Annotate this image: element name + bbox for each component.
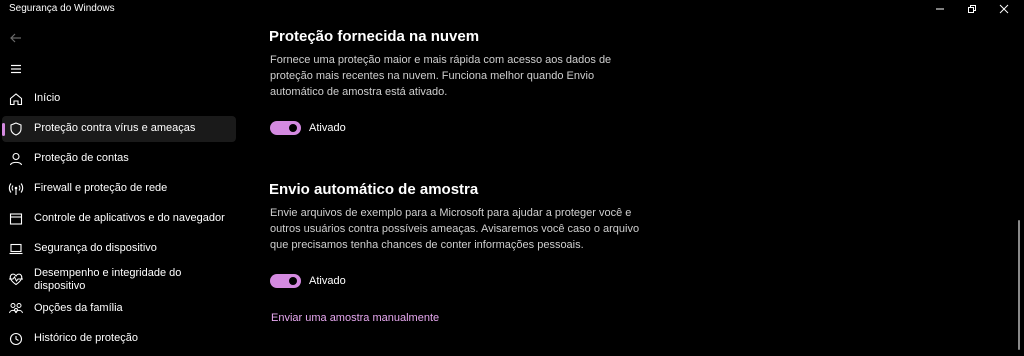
close-button[interactable]	[988, 0, 1020, 18]
description-line: automático de amostra está ativado.	[270, 86, 448, 98]
sidebar-item-firewall[interactable]: Firewall e proteção de rede	[2, 176, 236, 202]
cloud-protection-title: Proteção fornecida na nuvem	[269, 28, 480, 45]
sidebar-item-family-options[interactable]: Opções da família	[2, 296, 236, 322]
minimize-button[interactable]	[924, 0, 956, 18]
description-line: outros usuários contra possíveis ameaças…	[270, 223, 640, 235]
home-icon	[8, 91, 24, 107]
sidebar-item-virus-protection[interactable]: Proteção contra vírus e ameaças	[2, 116, 236, 142]
antenna-icon	[8, 181, 24, 197]
cloud-protection-toggle[interactable]	[270, 121, 301, 135]
sidebar-item-label: Desempenho e integridade do dispositivo	[34, 267, 182, 292]
menu-button[interactable]	[8, 61, 24, 77]
cloud-protection-toggle-label: Ativado	[309, 122, 346, 134]
shield-icon	[8, 121, 24, 137]
sidebar-item-label: Proteção de contas	[34, 152, 129, 164]
description-line: Envie arquivos de exemplo para a Microso…	[270, 207, 632, 219]
sidebar-item-label: Opções da família	[34, 302, 123, 314]
sidebar-item-inicio[interactable]: Início	[2, 86, 236, 112]
sidebar-item-protection-history[interactable]: Histórico de proteção	[2, 326, 236, 352]
toggle-knob	[289, 277, 297, 285]
person-icon	[8, 151, 24, 167]
history-icon	[8, 331, 24, 347]
window-title: Segurança do Windows	[9, 3, 115, 14]
hamburger-icon	[11, 64, 21, 74]
scrollbar[interactable]	[1018, 220, 1020, 350]
toggle-knob	[289, 124, 297, 132]
back-button[interactable]	[8, 30, 24, 46]
sidebar-item-app-browser-control[interactable]: Controle de aplicativos e do navegador	[2, 206, 236, 232]
submit-sample-manually-link[interactable]: Enviar uma amostra manualmente	[271, 312, 439, 324]
description-line: que precisamos tenha chances de conter i…	[270, 239, 584, 251]
cloud-protection-description: Fornece uma proteção maior e mais rápida…	[270, 52, 650, 100]
sidebar-item-label: Firewall e proteção de rede	[34, 182, 168, 194]
description-line: Fornece uma proteção maior e mais rápida…	[270, 54, 612, 66]
sidebar-item-label: Histórico de proteção	[34, 332, 138, 344]
sidebar-item-device-performance[interactable]: Desempenho e integridade do dispositivo	[2, 266, 236, 292]
app-window-icon	[8, 211, 24, 227]
selection-indicator	[2, 123, 5, 136]
sidebar-item-label: Segurança do dispositivo	[34, 242, 157, 254]
close-icon	[999, 4, 1009, 14]
laptop-icon	[8, 241, 24, 257]
description-line: proteção mais recentes na nuvem. Funcion…	[270, 70, 595, 82]
restore-button[interactable]	[956, 0, 988, 18]
sidebar-item-label: Controle de aplicativos e do navegador	[34, 212, 225, 224]
sample-submission-toggle-label: Ativado	[309, 275, 346, 287]
sample-submission-title: Envio automático de amostra	[269, 181, 479, 198]
sidebar-item-label: Proteção contra vírus e ameaças	[34, 122, 196, 134]
minimize-icon	[936, 8, 944, 10]
sample-submission-description: Envie arquivos de exemplo para a Microso…	[270, 205, 650, 253]
back-arrow-icon	[10, 33, 21, 43]
heart-pulse-icon	[8, 271, 24, 287]
sidebar-item-account-protection[interactable]: Proteção de contas	[2, 146, 236, 172]
family-icon	[8, 301, 24, 317]
title-bar: Segurança do Windows	[0, 0, 1024, 20]
restore-icon	[968, 5, 976, 13]
sidebar-item-device-security[interactable]: Segurança do dispositivo	[2, 236, 236, 262]
sidebar-item-label: Início	[34, 92, 61, 104]
sample-submission-toggle[interactable]	[270, 274, 301, 288]
